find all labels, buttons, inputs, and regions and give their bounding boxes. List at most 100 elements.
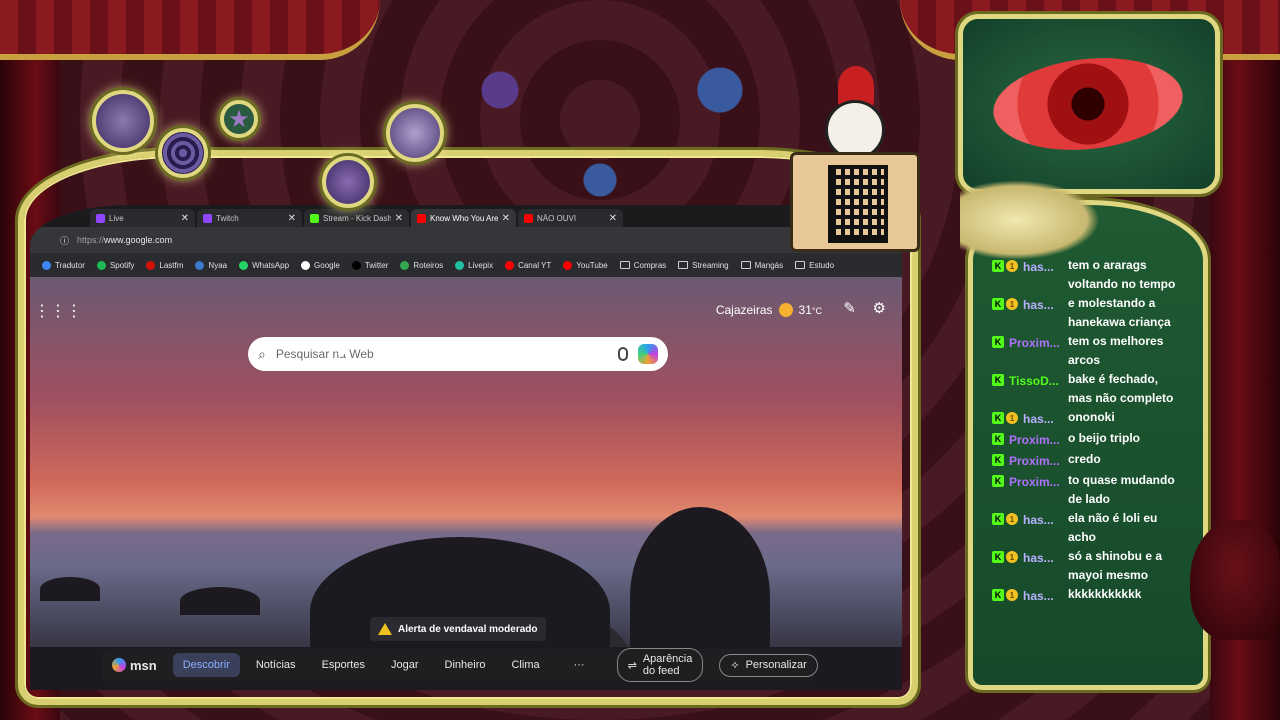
chat-message: K 1 has... só a shinobu e a mayoi mesmo <box>992 547 1182 585</box>
chat-username[interactable]: has... <box>1023 258 1054 277</box>
chat-meta: K Proxim... <box>992 332 1068 370</box>
chat-username[interactable]: Proxim... <box>1009 452 1059 471</box>
chat-username[interactable]: Proxim... <box>1009 431 1059 450</box>
pencil-icon[interactable]: ✎ <box>843 299 856 317</box>
bookmark-lastfm[interactable]: Lastfm <box>146 260 183 270</box>
coin-badge-icon: 1 <box>1006 513 1018 525</box>
bookmarks-bar: Tradutor Spotify Lastfm Nyaa WhatsApp Google T… <box>30 253 902 277</box>
warning-icon <box>378 623 392 635</box>
lastfm-icon <box>146 260 156 270</box>
browser-tab[interactable]: Live ✕ <box>90 209 195 227</box>
bookmark-tradutor[interactable]: Tradutor <box>42 260 85 270</box>
bookmark-spotify[interactable]: Spotify <box>96 260 134 270</box>
bookmark-canal-yt[interactable]: Canal YT <box>505 260 551 270</box>
browser-tab[interactable]: Stream - Kick Dash ✕ <box>304 209 409 227</box>
translate-icon <box>42 260 51 270</box>
browser-tab[interactable]: Know Who You Are ✕ <box>411 209 516 227</box>
bookmark-youtube[interactable]: YouTube <box>563 260 608 270</box>
chat-meta: K Proxim... <box>992 429 1068 450</box>
island-silhouette <box>40 577 100 601</box>
app-launcher-icon[interactable]: ⋮⋮⋮ <box>34 301 82 321</box>
chat-username[interactable]: has... <box>1023 511 1054 530</box>
chat-message: K 1 has... e molestando a hanekawa criança <box>992 294 1182 332</box>
chat-text: só a shinobu e a mayoi mesmo <box>1068 549 1163 582</box>
folder-icon <box>678 261 689 269</box>
island-silhouette <box>180 587 260 615</box>
close-icon[interactable]: ✕ <box>609 213 617 224</box>
chat-username[interactable]: TissoD... <box>1009 372 1059 391</box>
close-icon[interactable]: ✕ <box>502 213 510 224</box>
info-icon[interactable]: ⓘ <box>60 234 69 247</box>
more-icon[interactable]: ··· <box>574 659 585 671</box>
microphone-icon[interactable] <box>618 347 628 361</box>
chat-meta: K TissoD... <box>992 370 1068 408</box>
chat-message: K Proxim... o beijo triplo <box>992 429 1182 450</box>
chat-text: credo <box>1068 452 1101 466</box>
browser-tab[interactable]: NÃO OUVI ✕ <box>518 209 623 227</box>
coin-badge-icon: 1 <box>1006 298 1018 310</box>
msn-tab[interactable]: Esportes <box>312 653 375 677</box>
browser-tab[interactable]: Twitch ✕ <box>197 209 302 227</box>
bookmark-livepix[interactable]: Livepix <box>455 260 493 270</box>
bookmark-estudo[interactable]: Estudo <box>795 261 834 270</box>
close-icon[interactable]: ✕ <box>395 213 403 224</box>
qr-code-icon <box>828 165 888 243</box>
url-scheme: https:// <box>77 235 105 245</box>
sliders-icon: ⇌ <box>627 659 637 672</box>
msn-butterfly-icon <box>112 658 126 672</box>
bookmark-mang-s[interactable]: Mangás <box>740 260 784 270</box>
chat-username[interactable]: has... <box>1023 587 1054 606</box>
bookmark-twitter[interactable]: Twitter <box>351 260 389 270</box>
kick-badge-icon: K <box>992 336 1004 348</box>
bookmark-label: Twitter <box>364 260 389 270</box>
url-host: www.google.com <box>104 235 173 245</box>
gear-icon[interactable]: ⚙ <box>873 299 886 317</box>
kick-badge-icon: K <box>992 454 1004 466</box>
bookmark-compras[interactable]: Compras <box>619 261 666 270</box>
chat-username[interactable]: has... <box>1023 549 1054 568</box>
copilot-icon[interactable] <box>638 344 658 364</box>
chat-message: K 1 has... ela não é loli eu acho <box>992 509 1182 547</box>
msn-tab[interactable]: Dinheiro <box>435 653 496 677</box>
tab-title: Stream - Kick Dash <box>323 213 391 223</box>
feed-appearance-label: Aparência do feed <box>642 653 693 677</box>
msn-logo[interactable]: msn <box>112 658 157 673</box>
msn-tab[interactable]: Clima <box>501 653 549 677</box>
mascot-with-qr <box>770 60 940 252</box>
bookmark-google[interactable]: Google <box>301 260 340 270</box>
weather-alert-text: Alerta de vendaval moderado <box>398 623 538 635</box>
weather-alert[interactable]: Alerta de vendaval moderado <box>370 617 546 641</box>
personalize-button[interactable]: ✧ Personalizar <box>719 653 818 677</box>
tab-title: Live <box>109 213 124 223</box>
bookmark-roteiros[interactable]: Roteiros <box>400 260 444 270</box>
coin-badge-icon: 1 <box>1006 260 1018 272</box>
chat-username[interactable]: has... <box>1023 296 1054 315</box>
msn-tab[interactable]: Notícias <box>246 653 306 677</box>
close-icon[interactable]: ✕ <box>288 213 296 224</box>
bookmark-label: Mangás <box>754 260 784 270</box>
bookmark-whatsapp[interactable]: WhatsApp <box>239 260 289 270</box>
chat-username[interactable]: has... <box>1023 410 1054 429</box>
kick-badge-icon: K <box>992 260 1004 272</box>
chat-username[interactable]: Proxim... <box>1009 473 1059 492</box>
web-search-box[interactable]: ⌕ Pesquisar na Web <box>248 337 668 371</box>
msn-logo-text: msn <box>130 657 157 673</box>
msn-tab[interactable]: Descobrir <box>172 653 240 677</box>
url-field[interactable]: https://www.google.com <box>77 235 813 245</box>
face-orb-icon <box>92 90 154 152</box>
bookmark-label: Roteiros <box>413 260 444 270</box>
close-icon[interactable]: ✕ <box>181 213 189 224</box>
face-orb-icon <box>322 156 374 208</box>
chat-username[interactable]: Proxim... <box>1009 334 1059 353</box>
whatsapp-icon <box>239 260 249 270</box>
feed-appearance-button[interactable]: ⇌ Aparência do feed <box>616 648 704 682</box>
new-tab-page: ⋮⋮⋮ Cajazeiras 31°C ✎ ⚙ ⌕ Pesquisar na W… <box>30 277 902 690</box>
bookmark-streaming[interactable]: Streaming <box>678 261 729 270</box>
msn-tab[interactable]: Jogar <box>381 653 429 677</box>
bookmark-label: Nyaa <box>208 260 228 270</box>
star-orb-icon: ★ <box>220 100 258 138</box>
coin-badge-icon: 1 <box>1006 412 1018 424</box>
weather-widget[interactable]: Cajazeiras 31°C <box>716 303 822 317</box>
kick-badge-icon: K <box>992 298 1004 310</box>
bookmark-nyaa[interactable]: Nyaa <box>195 260 228 270</box>
